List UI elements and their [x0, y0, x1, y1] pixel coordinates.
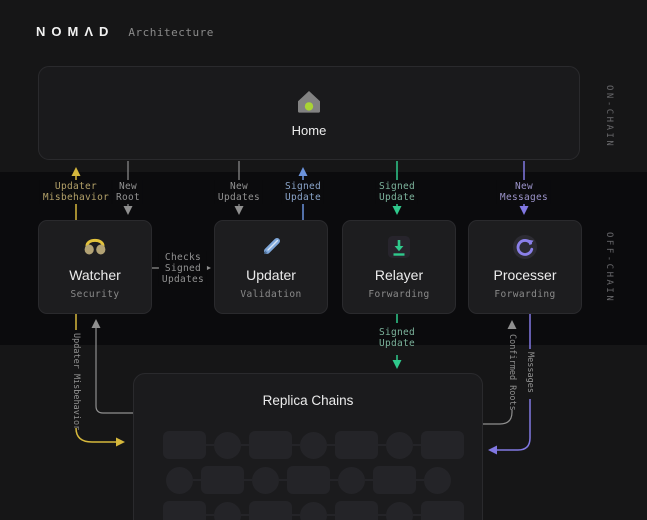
- flow-label-confirmed-roots: Confirmed Roots: [507, 334, 517, 411]
- chain-row: [166, 466, 464, 494]
- off-chain-label: OFF-CHAIN: [604, 232, 614, 304]
- chain-link: [378, 444, 386, 446]
- chain-node-circle: [386, 501, 413, 520]
- on-chain-label: ON-CHAIN: [604, 85, 614, 149]
- chain-node-rect: [163, 431, 206, 459]
- chain-node-circle: [214, 501, 241, 520]
- chain-link: [327, 444, 335, 446]
- replica-chains-node: Replica Chains: [133, 373, 483, 520]
- chain-link: [292, 514, 300, 516]
- flow-label-checks-signed-updates: Checks Signed Updates: [158, 251, 208, 286]
- replica-chains-title: Replica Chains: [262, 393, 354, 408]
- chain-node-rect: [421, 431, 464, 459]
- chain-node-rect: [335, 501, 378, 520]
- chain-link: [193, 479, 201, 481]
- chain-link: [292, 444, 300, 446]
- agent-node-watcher: Watcher Security: [38, 220, 152, 314]
- home-title: Home: [291, 123, 327, 138]
- chain-link: [241, 444, 249, 446]
- architecture-subtitle: Architecture: [128, 26, 214, 39]
- chain-node-rect: [163, 501, 206, 520]
- flow-label-new-updates: New Updates: [214, 180, 264, 204]
- pen-icon: [264, 238, 280, 254]
- chain-node-circle: [300, 431, 327, 459]
- home-node: Home: [38, 66, 580, 160]
- agent-name: Watcher: [69, 267, 121, 283]
- chain-link: [330, 479, 338, 481]
- flow-label-signed-update-relayer: Signed Update: [375, 180, 419, 204]
- goggles-icon: [84, 238, 106, 255]
- chain-link: [413, 444, 421, 446]
- chain-node-circle: [166, 466, 193, 494]
- chain-node-circle: [338, 466, 365, 494]
- chain-link: [378, 514, 386, 516]
- chain-row: [163, 501, 464, 520]
- agent-role: Security: [70, 289, 120, 300]
- chain-node-circle: [300, 501, 327, 520]
- agent-role: Validation: [240, 289, 302, 300]
- chain-node-rect: [287, 466, 330, 494]
- nomad-logo: NOMΛD: [36, 24, 115, 39]
- flow-label-updater-misbehavior: Updater Misbehavior: [39, 180, 113, 204]
- chain-link: [416, 479, 424, 481]
- chain-node-rect: [201, 466, 244, 494]
- flow-label-new-messages: New Messages: [496, 180, 552, 204]
- rotate-icon: [513, 235, 537, 259]
- agent-node-processer: Processer Forwarding: [468, 220, 582, 314]
- chain-link: [206, 444, 214, 446]
- chain-node-rect: [421, 501, 464, 520]
- chain-node-circle: [252, 466, 279, 494]
- house-icon: [298, 91, 320, 113]
- chain-link: [365, 479, 373, 481]
- chain-row: [163, 431, 464, 459]
- agent-name: Relayer: [374, 267, 424, 283]
- flow-label-signed-update-home: Signed Update: [281, 180, 325, 204]
- nomad-architecture-diagram: NOMΛD Architecture ON-CHAIN OFF-CHAIN Ho…: [0, 0, 647, 520]
- chain-node-circle: [214, 431, 241, 459]
- flow-label-signed-update-replica: Signed Update: [378, 327, 416, 349]
- chain-node-rect: [373, 466, 416, 494]
- chain-node-circle: [386, 431, 413, 459]
- chain-link: [413, 514, 421, 516]
- chain-rows: [163, 431, 464, 520]
- agent-name: Processer: [493, 267, 557, 283]
- agent-role: Forwarding: [494, 289, 556, 300]
- download-icon: [388, 236, 410, 258]
- agent-node-updater: Updater Validation: [214, 220, 328, 314]
- chain-node-rect: [249, 431, 292, 459]
- chain-link: [206, 514, 214, 516]
- chain-link: [279, 479, 287, 481]
- header: NOMΛD Architecture: [36, 24, 214, 39]
- agent-node-relayer: Relayer Forwarding: [342, 220, 456, 314]
- chain-link: [327, 514, 335, 516]
- flow-label-new-root: New Root: [112, 180, 144, 204]
- flow-label-updater-misbehavior-vertical: Updater Misbehavior: [71, 333, 81, 431]
- chain-node-circle: [424, 466, 451, 494]
- chain-link: [244, 479, 252, 481]
- chain-node-rect: [249, 501, 292, 520]
- agent-name: Updater: [246, 267, 296, 283]
- flow-label-messages: Messages: [525, 352, 535, 393]
- chain-link: [241, 514, 249, 516]
- agent-role: Forwarding: [368, 289, 430, 300]
- chain-node-rect: [335, 431, 378, 459]
